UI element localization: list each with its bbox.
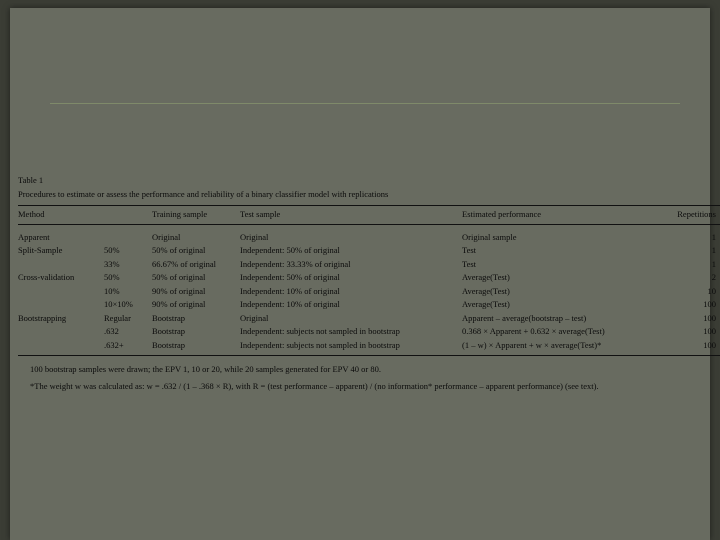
cell-performance: Test <box>462 258 477 269</box>
cell-method <box>18 285 104 299</box>
header-method: Method <box>18 209 45 219</box>
cell-performance: (1 – w) × Apparent + w × average(Test)* <box>462 339 602 350</box>
cell-test: Independent: 50% of original <box>240 272 340 282</box>
table-row: .632 Bootstrap Independent: subjects not s… <box>18 325 720 339</box>
table-label: Table 1 <box>18 175 44 185</box>
cell-repetitions: 100 <box>703 312 716 323</box>
cell-test: Independent: subjects not sampled in boo… <box>240 339 400 350</box>
cell-repetitions: 1 <box>711 258 716 269</box>
cell-method: Split-Sample <box>18 245 63 255</box>
table-note: 100 bootstrap samples were drawn; the EP… <box>30 364 381 374</box>
cell-training: Bootstrap <box>152 326 186 336</box>
cell-variant: 10% <box>104 285 120 296</box>
table-row: 10×10% 90% of original Independent: 10% of… <box>18 298 720 312</box>
header-test: Test sample <box>240 209 281 219</box>
header-variant <box>104 206 152 225</box>
cell-test: Original <box>240 312 269 323</box>
cell-method <box>18 325 104 339</box>
cell-repetitions: 2 <box>711 272 716 282</box>
cell-performance: Average(Test) <box>462 299 510 309</box>
cell-repetitions: 10 <box>707 285 717 296</box>
data-table: Method Training sample Test sample Estim… <box>18 205 720 356</box>
cell-repetitions: 1 <box>711 245 716 255</box>
cell-repetitions: 100 <box>703 299 716 309</box>
cell-performance: Average(Test) <box>462 272 510 282</box>
cell-performance: Original sample <box>462 231 517 242</box>
cell-variant: .632 <box>104 326 119 336</box>
cell-training: 66.67% of original <box>152 258 216 269</box>
table-row: 33% 66.67% of original Independent: 33.33%… <box>18 258 720 272</box>
header-training: Training sample <box>152 209 208 219</box>
table-row: Cross-validation 50% 50% of original Indepe… <box>18 271 720 285</box>
table-header-row: Method Training sample Test sample Estim… <box>18 205 720 225</box>
cell-training: Bootstrap <box>152 339 186 350</box>
cell-variant: 33% <box>104 258 120 269</box>
cell-test: Independent: 10% of original <box>240 299 340 309</box>
cell-test: Independent: 10% of original <box>240 285 340 296</box>
cell-variant: Regular <box>104 312 131 323</box>
cell-test: Independent: 50% of original <box>240 245 340 255</box>
cell-training: Bootstrap <box>152 312 186 323</box>
cell-variant: .632+ <box>104 339 124 350</box>
table-container: Table 1 Procedures to estimate or assess… <box>18 175 720 399</box>
title-divider <box>50 103 680 104</box>
cell-performance: Average(Test) <box>462 285 510 296</box>
cell-repetitions: 100 <box>703 339 716 350</box>
cell-variant <box>104 224 152 244</box>
cell-performance: Apparent – average(bootstrap – test) <box>462 312 587 323</box>
cell-method: Cross-validation <box>18 272 75 282</box>
cell-variant: 50% <box>104 245 120 255</box>
table-notes: 100 bootstrap samples were drawn; the EP… <box>18 364 708 393</box>
table-caption: Procedures to estimate or assess the per… <box>18 188 389 199</box>
cell-test: Original <box>240 231 269 242</box>
cell-training: Original <box>152 231 181 242</box>
cell-variant: 50% <box>104 272 120 282</box>
header-repetitions: Repetitions <box>677 209 716 219</box>
cell-test: Independent: subjects not sampled in boo… <box>240 326 400 336</box>
table-row: 10% 90% of original Independent: 10% of or… <box>18 285 720 299</box>
table-row: Apparent Original Original Original sample 1 <box>18 224 720 244</box>
cell-method <box>18 298 104 312</box>
cell-test: Independent: 33.33% of original <box>240 258 351 269</box>
cell-training: 90% of original <box>152 285 206 296</box>
header-performance: Estimated performance <box>462 209 542 219</box>
table-row: Split-Sample 50% 50% of original Independen… <box>18 244 720 258</box>
cell-method: Bootstrapping <box>18 312 67 323</box>
cell-method <box>18 258 104 272</box>
cell-training: 90% of original <box>152 299 206 309</box>
cell-variant: 10×10% <box>104 299 133 309</box>
cell-training: 50% of original <box>152 245 206 255</box>
cell-training: 50% of original <box>152 272 206 282</box>
cell-method <box>18 339 104 356</box>
table-row: Bootstrapping Regular Bootstrap Original App… <box>18 312 720 326</box>
cell-repetitions: 100 <box>703 326 716 336</box>
table-row: .632+ Bootstrap Independent: subjects not … <box>18 339 720 356</box>
table-note: *The weight w was calculated as: w = .63… <box>30 381 599 392</box>
cell-method: Apparent <box>18 231 50 242</box>
cell-repetitions: 1 <box>711 231 716 242</box>
cell-performance: 0.368 × Apparent + 0.632 × average(Test) <box>462 326 605 336</box>
cell-performance: Test <box>462 245 477 255</box>
